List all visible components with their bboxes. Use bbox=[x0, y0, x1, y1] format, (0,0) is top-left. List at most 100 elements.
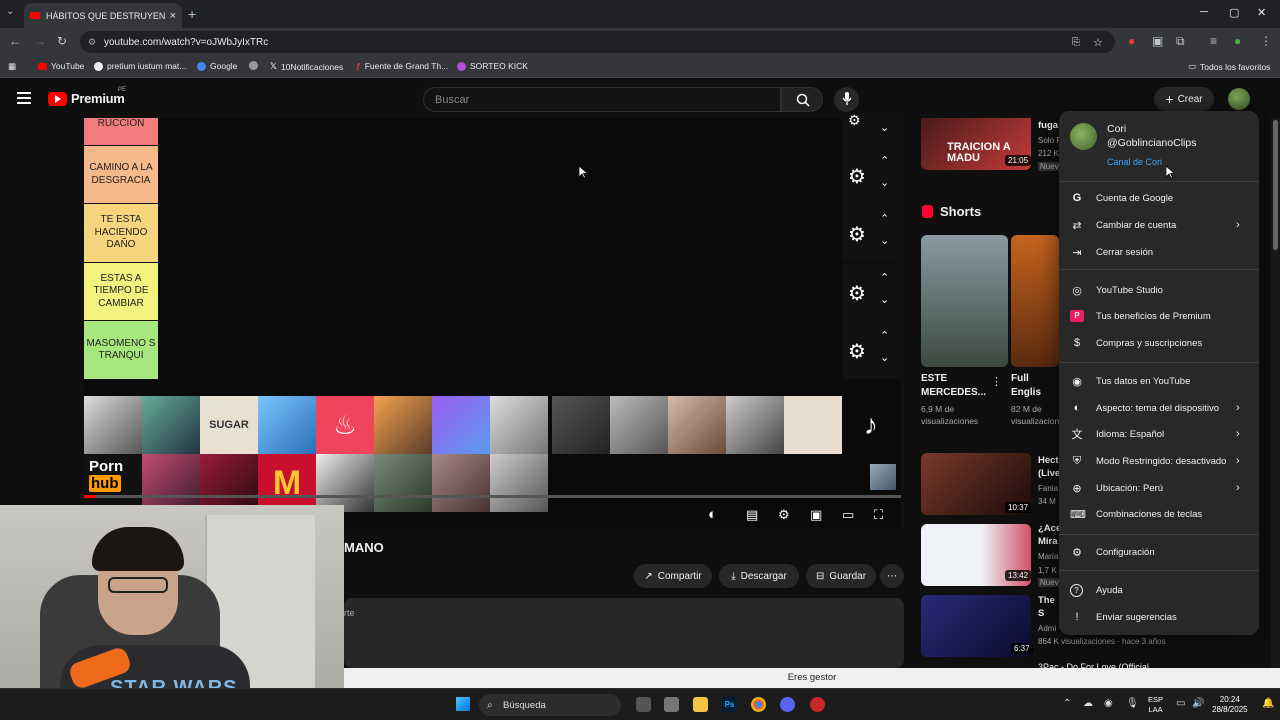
tiktok-icon[interactable]: ♪ bbox=[842, 396, 900, 454]
maximize-button[interactable]: ▢ bbox=[1229, 6, 1239, 19]
subtitles-icon[interactable]: ▤ bbox=[746, 507, 758, 523]
save-button[interactable]: ⊟ Guardar bbox=[806, 564, 876, 588]
chevron-up-icon[interactable]: ⌃ bbox=[880, 271, 889, 284]
menu-item-keyboard-shortcuts[interactable]: ⌨ Combinaciones de teclas bbox=[1059, 501, 1259, 527]
chevron-down-icon[interactable]: ⌄ bbox=[880, 234, 889, 247]
chevron-up-icon[interactable]: ⌃ bbox=[880, 329, 889, 342]
all-bookmarks[interactable]: ▭ Todos los favoritos bbox=[1188, 61, 1270, 72]
menu-item-premium-benefits[interactable]: P Tus beneficios de Premium bbox=[1059, 303, 1259, 329]
media-icon[interactable]: ≡ bbox=[1210, 34, 1217, 48]
tab-search-icon[interactable]: ⌄ bbox=[6, 6, 14, 17]
menu-item-your-data[interactable]: ◉ Tus datos en YouTube bbox=[1059, 368, 1259, 394]
chevron-up-icon[interactable]: ⌃ bbox=[880, 212, 889, 225]
tier-item-thumbnail[interactable]: SUGAR bbox=[200, 396, 258, 454]
gear-icon[interactable]: ⚙ bbox=[848, 339, 866, 364]
minimize-button[interactable]: ─ bbox=[1200, 6, 1208, 18]
fullscreen-icon[interactable]: ⛶ bbox=[874, 507, 883, 523]
profile-icon[interactable]: ● bbox=[1234, 34, 1241, 48]
bookmark-pretium[interactable]: pretium iustum mat... bbox=[94, 61, 186, 71]
chevron-down-icon[interactable]: ⌄ bbox=[880, 121, 889, 134]
related-video-thumbnail[interactable]: 13:42 bbox=[921, 524, 1032, 586]
widgets-icon[interactable] bbox=[664, 697, 679, 712]
input-language[interactable]: ESP LAA bbox=[1148, 695, 1163, 715]
tier-controls[interactable]: ⚙ ⌃ ⌄ bbox=[842, 204, 902, 262]
menu-item-language[interactable]: 文 Idioma: Español › bbox=[1059, 421, 1259, 447]
hamburger-menu-icon[interactable] bbox=[17, 92, 31, 104]
bookmark-google[interactable]: Google bbox=[197, 61, 237, 71]
bookmark-star-icon[interactable]: ☆ bbox=[1093, 36, 1103, 49]
autoplay-toggle[interactable]: ◐ bbox=[708, 506, 717, 523]
menu-item-youtube-studio[interactable]: ◎ YouTube Studio bbox=[1059, 277, 1259, 303]
more-actions-button[interactable]: ⋯ bbox=[880, 564, 904, 588]
short-thumbnail[interactable] bbox=[921, 235, 1008, 367]
bookmark-sorteo-kick[interactable]: SORTEO KICK bbox=[457, 61, 528, 71]
tray-overflow-icon[interactable]: ⌃ bbox=[1063, 698, 1071, 709]
menu-item-google-account[interactable]: G Cuenta de Google bbox=[1059, 185, 1259, 211]
volume-icon[interactable]: 🔊 bbox=[1192, 698, 1204, 709]
short-more-icon[interactable]: ⋮ bbox=[991, 375, 1002, 388]
tier-item-thumbnail[interactable] bbox=[200, 454, 258, 512]
search-button[interactable] bbox=[781, 87, 823, 112]
bookmark-fuente-gta[interactable]: ƒ Fuente de Grand Th... bbox=[356, 61, 448, 71]
apps-grid-icon[interactable]: ▦ bbox=[8, 61, 16, 72]
tier-item-thumbnail[interactable] bbox=[142, 396, 200, 454]
chevron-down-icon[interactable]: ⌄ bbox=[880, 351, 889, 364]
tier-item-thumbnail[interactable] bbox=[490, 454, 548, 512]
task-view-icon[interactable] bbox=[636, 697, 651, 712]
menu-item-purchases[interactable]: $ Compras y suscripciones bbox=[1059, 330, 1259, 356]
tier-item-thumbnail[interactable] bbox=[668, 396, 726, 454]
youtube-premium-logo[interactable]: Premium PE bbox=[48, 87, 126, 106]
chevron-up-icon[interactable]: ⌃ bbox=[880, 154, 889, 167]
browser-tab[interactable]: HÁBITOS QUE DESTRUYEN A TU × bbox=[24, 3, 182, 28]
taskbar-clock[interactable]: 20:24 28/8/2025 bbox=[1212, 695, 1248, 716]
mcdonalds-icon[interactable]: M bbox=[258, 454, 316, 512]
chevron-down-icon[interactable]: ⌄ bbox=[880, 176, 889, 189]
tier-item-thumbnail[interactable] bbox=[610, 396, 668, 454]
gear-icon[interactable]: ⚙ bbox=[848, 112, 861, 129]
chevron-down-icon[interactable]: ⌄ bbox=[880, 293, 889, 306]
windows-start-icon[interactable] bbox=[456, 697, 470, 711]
back-icon[interactable]: ← bbox=[9, 34, 21, 48]
tier-item-thumbnail[interactable] bbox=[784, 396, 842, 454]
related-video-title[interactable]: ¿Ace Mira bbox=[1038, 523, 1060, 549]
discord-icon[interactable] bbox=[780, 697, 795, 712]
tier-item-thumbnail[interactable] bbox=[432, 454, 490, 512]
short-title[interactable]: Full Englis Breakfast bbox=[1011, 372, 1059, 400]
url-bar[interactable]: ⚙ youtube.com/watch?v=oJWbJyIxTRc ⎘ ☆ bbox=[80, 31, 1115, 53]
bookmark-x-notifications[interactable]: 𝕏 10Notificaciones bbox=[270, 61, 343, 72]
close-window-button[interactable]: ✕ bbox=[1257, 6, 1266, 19]
new-tab-button[interactable]: + bbox=[188, 6, 196, 22]
reload-icon[interactable]: ↻ bbox=[57, 34, 67, 48]
gear-icon[interactable]: ⚙ bbox=[848, 281, 866, 306]
tab-close-icon[interactable]: × bbox=[170, 10, 176, 22]
menu-item-help[interactable]: ? Ayuda bbox=[1059, 577, 1259, 603]
tier-item-thumbnail[interactable] bbox=[726, 396, 784, 454]
photoshop-icon[interactable]: Ps bbox=[722, 697, 737, 712]
extension-red-icon[interactable]: ● bbox=[1128, 34, 1135, 48]
gear-icon[interactable]: ⚙ bbox=[848, 164, 866, 189]
tier-controls[interactable]: ⚙ ⌃ ⌄ bbox=[842, 146, 902, 204]
forward-icon[interactable]: → bbox=[34, 34, 46, 48]
tier-item-thumbnail[interactable] bbox=[552, 396, 610, 454]
notifications-icon[interactable]: 🔔 bbox=[1262, 698, 1274, 709]
tray-mic-icon[interactable]: 🎙 bbox=[1126, 698, 1139, 709]
tier-item-thumbnail[interactable] bbox=[316, 454, 374, 512]
chrome-icon[interactable] bbox=[751, 697, 766, 712]
tier-item-thumbnail[interactable] bbox=[142, 454, 200, 512]
tray-app-icon[interactable]: ◉ bbox=[1104, 698, 1113, 709]
file-explorer-icon[interactable] bbox=[693, 697, 708, 712]
page-scrollbar[interactable] bbox=[1271, 118, 1280, 688]
social-apps-icon[interactable] bbox=[432, 396, 490, 454]
menu-item-switch-account[interactable]: ⇄ Cambiar de cuenta › bbox=[1059, 212, 1259, 238]
download-button[interactable]: ⤓ Descargar bbox=[719, 564, 799, 588]
voice-search-button[interactable] bbox=[834, 87, 859, 112]
create-button[interactable]: + Crear bbox=[1154, 87, 1214, 111]
tier-item-thumbnail[interactable] bbox=[870, 464, 896, 490]
tinder-icon[interactable]: ♨ bbox=[316, 396, 374, 454]
short-title[interactable]: ESTE MERCEDES... bbox=[921, 372, 991, 399]
site-info-icon[interactable]: ⚙ bbox=[88, 37, 96, 48]
pornhub-thumbnail[interactable]: Porn hub bbox=[84, 454, 142, 512]
menu-item-restricted-mode[interactable]: ⛨ Modo Restringido: desactivado › bbox=[1059, 448, 1259, 474]
tier-controls[interactable]: ⚙ ⌄ bbox=[842, 112, 902, 146]
account-avatar[interactable] bbox=[1228, 88, 1250, 110]
